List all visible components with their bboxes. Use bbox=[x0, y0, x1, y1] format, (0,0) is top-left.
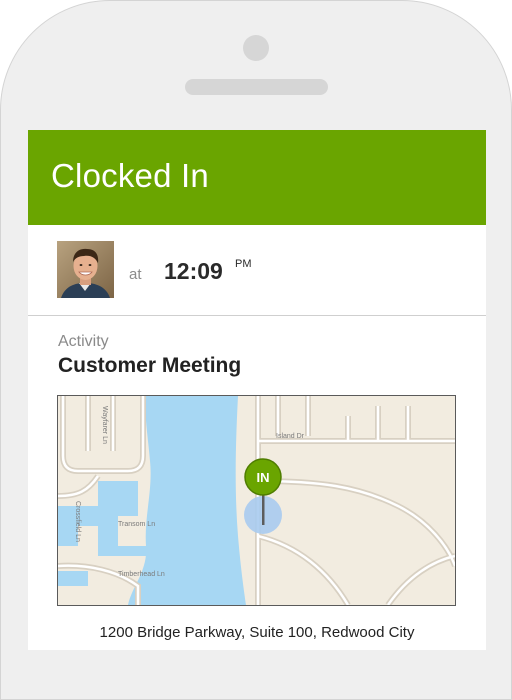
pin-label: IN bbox=[257, 470, 270, 485]
location-map[interactable]: Island Dr Transom Ln Timberhead Ln Cross… bbox=[57, 395, 456, 606]
clock-in-time: 12:09 bbox=[164, 258, 223, 284]
at-label: at bbox=[129, 266, 142, 283]
street-label: Island Dr bbox=[276, 433, 305, 440]
camera-icon bbox=[243, 35, 269, 61]
speaker-grille bbox=[185, 79, 328, 95]
clock-in-row: at 12:09 PM bbox=[28, 225, 486, 316]
avatar-portrait-icon bbox=[57, 241, 114, 298]
street-label: Timberhead Ln bbox=[118, 571, 165, 578]
app-screen: Clocked In at 12:09 PM Activity Customer… bbox=[28, 130, 486, 650]
clock-in-ampm: PM bbox=[235, 258, 252, 270]
phone-frame: Clocked In at 12:09 PM Activity Customer… bbox=[0, 0, 512, 700]
page-title: Clocked In bbox=[51, 157, 209, 194]
activity-label: Activity bbox=[58, 333, 109, 350]
map-canvas: Island Dr Transom Ln Timberhead Ln Cross… bbox=[58, 396, 455, 605]
street-label: Crossfield Ln bbox=[74, 501, 81, 542]
activity-name: Customer Meeting bbox=[58, 354, 242, 377]
street-label: Transom Ln bbox=[118, 521, 155, 528]
avatar[interactable] bbox=[57, 241, 114, 298]
pin-stem bbox=[262, 491, 265, 525]
app-header: Clocked In bbox=[28, 130, 486, 225]
location-address: 1200 Bridge Parkway, Suite 100, Redwood … bbox=[99, 624, 415, 641]
street-label: Wayfarer Ln bbox=[101, 406, 108, 444]
